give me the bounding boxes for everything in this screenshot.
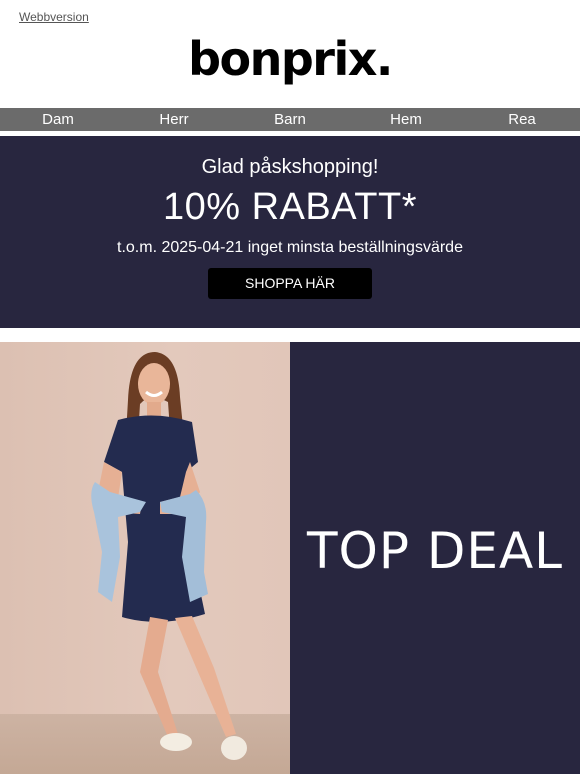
shop-now-button[interactable]: SHOPPA HÄR <box>208 268 372 299</box>
nav-item-dam[interactable]: Dam <box>0 108 116 131</box>
top-deal-title: TOP DEAL <box>306 522 564 580</box>
bonprix-logo[interactable]: bonprix. <box>0 36 580 82</box>
nav-item-barn[interactable]: Barn <box>232 108 348 131</box>
nav-item-hem[interactable]: Hem <box>348 108 464 131</box>
nav-item-rea[interactable]: Rea <box>464 108 580 131</box>
promo-greeting: Glad påskshopping! <box>201 156 379 178</box>
category-nav: Dam Herr Barn Hem Rea <box>0 108 580 131</box>
top-deal-panel[interactable]: TOP DEAL <box>290 342 580 774</box>
nav-item-herr[interactable]: Herr <box>116 108 232 131</box>
promo-subline: t.o.m. 2025-04-21 inget minsta beställni… <box>117 239 463 256</box>
top-deal-hero[interactable]: TOP DEAL <box>0 342 580 774</box>
webversion-link[interactable]: Webbversion <box>19 10 89 24</box>
promo-banner: Glad påskshopping! 10% RABATT* t.o.m. 20… <box>0 136 580 328</box>
model-photo[interactable] <box>0 342 290 774</box>
promo-headline: 10% RABATT* <box>163 186 417 228</box>
model-illustration <box>91 352 247 760</box>
